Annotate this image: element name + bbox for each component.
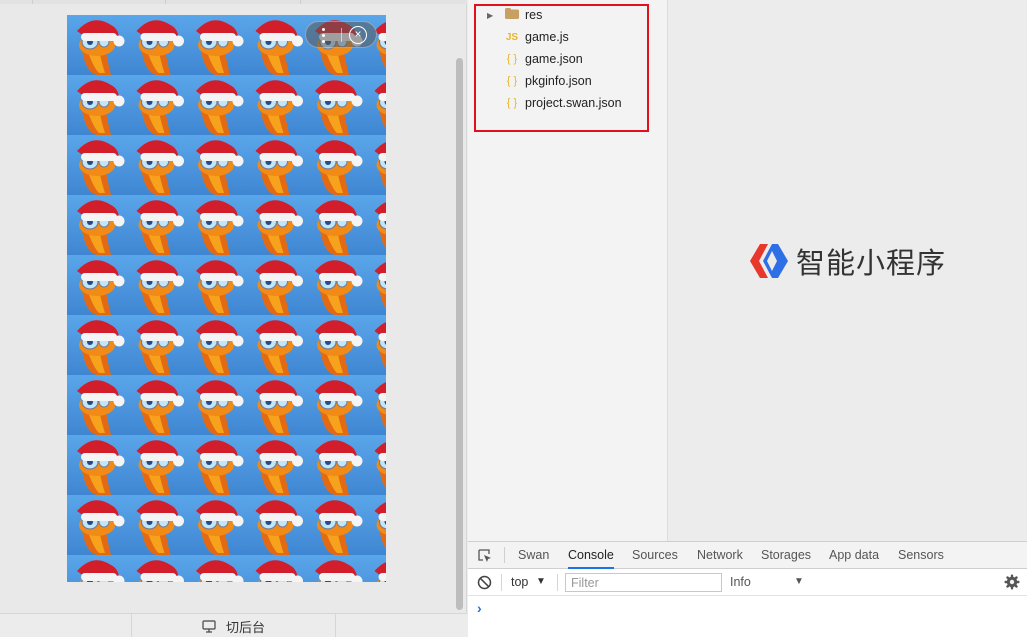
devtools-tab-bar: Swan Console Sources Network Storages Ap… bbox=[468, 542, 1027, 569]
console-toolbar: top ▼ Info ▼ bbox=[468, 569, 1027, 596]
simulator-panel: × 切后台 bbox=[0, 0, 467, 637]
top-strip-divider bbox=[165, 0, 166, 4]
gear-icon[interactable] bbox=[1004, 574, 1020, 590]
editor-placeholder: 智能小程序 bbox=[669, 0, 1027, 541]
tab-console[interactable]: Console bbox=[568, 542, 614, 569]
chevron-down-icon[interactable]: ▼ bbox=[536, 576, 546, 587]
tab-storages[interactable]: Storages bbox=[761, 542, 811, 569]
switch-background-button[interactable]: 切后台 bbox=[131, 614, 336, 637]
console-prompt[interactable]: › bbox=[477, 600, 482, 616]
simulator-scrollbar[interactable] bbox=[456, 58, 463, 610]
smart-mini-program-logo-icon bbox=[750, 244, 788, 278]
more-menu-icon[interactable] bbox=[318, 25, 330, 45]
game-canvas[interactable] bbox=[67, 15, 386, 582]
mini-program-capsule: × bbox=[305, 21, 377, 48]
simulator-top-strip bbox=[0, 0, 467, 4]
log-level-select[interactable]: Info bbox=[730, 575, 751, 589]
simulator-bottom-bar: 切后台 bbox=[0, 613, 467, 637]
ide-window: × 切后台 ▶ res JS game.js {} game.json {}… bbox=[0, 0, 1027, 637]
santa-duck-pattern bbox=[67, 15, 386, 582]
brand-logo: 智能小程序 bbox=[748, 240, 946, 282]
inspect-element-icon[interactable] bbox=[477, 548, 493, 564]
brand-name: 智能小程序 bbox=[796, 246, 947, 280]
top-strip-divider bbox=[300, 0, 301, 4]
clear-console-icon[interactable] bbox=[477, 575, 492, 590]
context-select[interactable]: top bbox=[511, 575, 528, 589]
tab-divider bbox=[504, 547, 505, 563]
tab-sensors[interactable]: Sensors bbox=[898, 542, 944, 569]
tab-network[interactable]: Network bbox=[697, 542, 743, 569]
chevron-down-icon[interactable]: ▼ bbox=[794, 576, 804, 587]
tab-app-data[interactable]: App data bbox=[829, 542, 879, 569]
toolbar-divider bbox=[501, 574, 502, 591]
console-filter-input[interactable] bbox=[565, 573, 722, 592]
tab-sources[interactable]: Sources bbox=[632, 542, 678, 569]
top-strip-divider bbox=[32, 0, 33, 4]
capsule-divider bbox=[341, 28, 342, 42]
switch-background-label: 切后台 bbox=[225, 619, 265, 635]
highlight-annotation-box bbox=[474, 4, 649, 132]
devtools-panel: Swan Console Sources Network Storages Ap… bbox=[468, 541, 1027, 637]
close-icon[interactable]: × bbox=[349, 26, 367, 44]
tab-swan[interactable]: Swan bbox=[518, 542, 549, 569]
monitor-icon bbox=[202, 619, 216, 633]
toolbar-divider bbox=[557, 574, 558, 591]
